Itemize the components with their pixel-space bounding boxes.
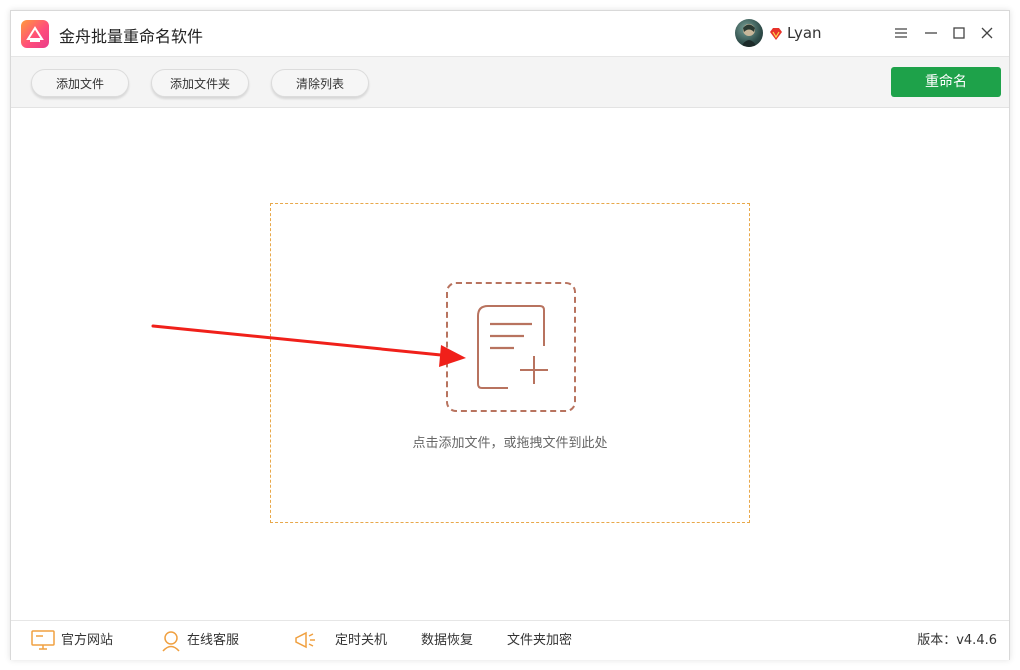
online-support-label: 在线客服 bbox=[187, 633, 240, 648]
official-site-label: 官方网站 bbox=[61, 633, 114, 648]
megaphone-icon bbox=[295, 631, 315, 649]
data-recovery-link[interactable]: 数据恢复 bbox=[421, 621, 473, 660]
app-window: 金舟批量重命名软件 Lyan 添加文件 添加文件夹 清除列表 重命名 点击添加文… bbox=[10, 10, 1010, 660]
timed-shutdown-label: 定时关机 bbox=[335, 633, 388, 648]
timed-shutdown-link[interactable]: 定时关机 bbox=[293, 621, 387, 660]
official-site-link[interactable]: 官方网站 bbox=[31, 621, 113, 660]
folder-encrypt-link[interactable]: 文件夹加密 bbox=[507, 621, 572, 660]
monitor-icon bbox=[31, 630, 55, 650]
online-support-link[interactable]: 在线客服 bbox=[161, 621, 239, 660]
version-label: 版本：v4.4.6 bbox=[917, 633, 997, 648]
support-agent-icon bbox=[162, 631, 180, 652]
pointer-arrow bbox=[151, 324, 466, 367]
footer-bar: 官方网站 在线客服 定时关机 数据恢复 文件夹加密 版本：v4.4.6 bbox=[11, 620, 1009, 660]
